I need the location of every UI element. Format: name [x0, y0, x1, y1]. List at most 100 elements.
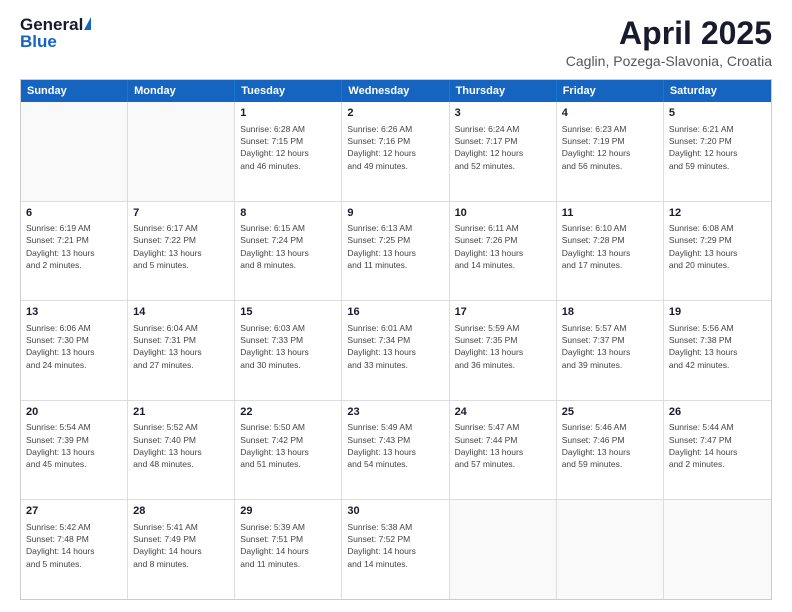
weekday-header: Friday [557, 80, 664, 102]
calendar-cell: 14 Sunrise: 6:04 AM Sunset: 7:31 PM Dayli… [128, 301, 235, 400]
day-info: Sunrise: 6:10 AM Sunset: 7:28 PM Dayligh… [562, 222, 658, 271]
day-number: 1 [240, 106, 336, 121]
day-number: 18 [562, 305, 658, 320]
day-number: 10 [455, 206, 551, 221]
calendar-cell: 7Sunrise: 6:17 AM Sunset: 7:22 PM Daylig… [128, 202, 235, 301]
day-info: Sunrise: 5:54 AM Sunset: 7:39 PM Dayligh… [26, 421, 122, 470]
calendar-cell: 1 Sunrise: 6:28 AM Sunset: 7:15 PM Daylig… [235, 102, 342, 201]
calendar-body: 1 Sunrise: 6:28 AM Sunset: 7:15 PM Daylig… [21, 102, 771, 599]
day-info: Sunrise: 6:19 AM Sunset: 7:21 PM Dayligh… [26, 222, 122, 271]
day-number: 20 [26, 405, 122, 420]
day-number: 23 [347, 405, 443, 420]
calendar-row: 20Sunrise: 5:54 AM Sunset: 7:39 PM Dayli… [21, 400, 771, 500]
day-info: Sunrise: 5:47 AM Sunset: 7:44 PM Dayligh… [455, 421, 551, 470]
calendar-cell: 10Sunrise: 6:11 AM Sunset: 7:26 PM Dayli… [450, 202, 557, 301]
weekday-header: Thursday [450, 80, 557, 102]
calendar-row: 6Sunrise: 6:19 AM Sunset: 7:21 PM Daylig… [21, 201, 771, 301]
day-info: Sunrise: 5:49 AM Sunset: 7:43 PM Dayligh… [347, 421, 443, 470]
calendar-cell [128, 102, 235, 201]
day-info: Sunrise: 6:23 AM Sunset: 7:19 PM Dayligh… [562, 123, 658, 172]
calendar-cell: 12Sunrise: 6:08 AM Sunset: 7:29 PM Dayli… [664, 202, 771, 301]
day-info: Sunrise: 6:11 AM Sunset: 7:26 PM Dayligh… [455, 222, 551, 271]
calendar-cell: 22Sunrise: 5:50 AM Sunset: 7:42 PM Dayli… [235, 401, 342, 500]
day-info: Sunrise: 6:15 AM Sunset: 7:24 PM Dayligh… [240, 222, 336, 271]
day-number: 21 [133, 405, 229, 420]
calendar-cell: 16 Sunrise: 6:01 AM Sunset: 7:34 PM Dayli… [342, 301, 449, 400]
calendar-cell [557, 500, 664, 599]
day-info: Sunrise: 6:03 AM Sunset: 7:33 PM Dayligh… [240, 322, 336, 371]
day-number: 3 [455, 106, 551, 121]
logo-general-text: General [20, 16, 83, 33]
calendar-row: 13 Sunrise: 6:06 AM Sunset: 7:30 PM Dayli… [21, 300, 771, 400]
calendar-cell: 4Sunrise: 6:23 AM Sunset: 7:19 PM Daylig… [557, 102, 664, 201]
day-info: Sunrise: 5:38 AM Sunset: 7:52 PM Dayligh… [347, 521, 443, 570]
calendar-cell [664, 500, 771, 599]
day-number: 25 [562, 405, 658, 420]
day-info: Sunrise: 6:28 AM Sunset: 7:15 PM Dayligh… [240, 123, 336, 172]
day-info: Sunrise: 5:50 AM Sunset: 7:42 PM Dayligh… [240, 421, 336, 470]
day-number: 30 [347, 504, 443, 519]
day-number: 19 [669, 305, 766, 320]
day-number: 16 [347, 305, 443, 320]
day-info: Sunrise: 5:57 AM Sunset: 7:37 PM Dayligh… [562, 322, 658, 371]
weekday-header: Sunday [21, 80, 128, 102]
day-info: Sunrise: 6:01 AM Sunset: 7:34 PM Dayligh… [347, 322, 443, 371]
day-info: Sunrise: 5:44 AM Sunset: 7:47 PM Dayligh… [669, 421, 766, 470]
calendar-cell: 26Sunrise: 5:44 AM Sunset: 7:47 PM Dayli… [664, 401, 771, 500]
day-number: 29 [240, 504, 336, 519]
day-info: Sunrise: 6:04 AM Sunset: 7:31 PM Dayligh… [133, 322, 229, 371]
day-info: Sunrise: 5:39 AM Sunset: 7:51 PM Dayligh… [240, 521, 336, 570]
title-block: April 2025 Caglin, Pozega-Slavonia, Croa… [566, 16, 772, 69]
day-number: 2 [347, 106, 443, 121]
day-number: 8 [240, 206, 336, 221]
calendar-cell: 19 Sunrise: 5:56 AM Sunset: 7:38 PM Dayli… [664, 301, 771, 400]
calendar-cell: 30 Sunrise: 5:38 AM Sunset: 7:52 PM Dayli… [342, 500, 449, 599]
calendar-cell [21, 102, 128, 201]
day-number: 28 [133, 504, 229, 519]
header: General Blue April 2025 Caglin, Pozega-S… [20, 16, 772, 69]
weekday-header: Tuesday [235, 80, 342, 102]
day-info: Sunrise: 5:52 AM Sunset: 7:40 PM Dayligh… [133, 421, 229, 470]
weekday-header: Wednesday [342, 80, 449, 102]
calendar-cell: 21Sunrise: 5:52 AM Sunset: 7:40 PM Dayli… [128, 401, 235, 500]
calendar-cell: 17 Sunrise: 5:59 AM Sunset: 7:35 PM Dayli… [450, 301, 557, 400]
calendar-cell: 27Sunrise: 5:42 AM Sunset: 7:48 PM Dayli… [21, 500, 128, 599]
day-info: Sunrise: 6:06 AM Sunset: 7:30 PM Dayligh… [26, 322, 122, 371]
calendar-row: 27Sunrise: 5:42 AM Sunset: 7:48 PM Dayli… [21, 499, 771, 599]
calendar-cell: 6Sunrise: 6:19 AM Sunset: 7:21 PM Daylig… [21, 202, 128, 301]
day-number: 12 [669, 206, 766, 221]
page: General Blue April 2025 Caglin, Pozega-S… [0, 0, 792, 612]
calendar-row: 1 Sunrise: 6:28 AM Sunset: 7:15 PM Daylig… [21, 102, 771, 201]
calendar-cell: 29 Sunrise: 5:39 AM Sunset: 7:51 PM Dayli… [235, 500, 342, 599]
day-number: 26 [669, 405, 766, 420]
day-number: 15 [240, 305, 336, 320]
calendar: SundayMondayTuesdayWednesdayThursdayFrid… [20, 79, 772, 600]
day-number: 9 [347, 206, 443, 221]
calendar-cell: 15 Sunrise: 6:03 AM Sunset: 7:33 PM Dayli… [235, 301, 342, 400]
weekday-header: Saturday [664, 80, 771, 102]
day-number: 7 [133, 206, 229, 221]
calendar-cell: 8Sunrise: 6:15 AM Sunset: 7:24 PM Daylig… [235, 202, 342, 301]
day-info: Sunrise: 5:56 AM Sunset: 7:38 PM Dayligh… [669, 322, 766, 371]
calendar-cell: 11Sunrise: 6:10 AM Sunset: 7:28 PM Dayli… [557, 202, 664, 301]
day-number: 24 [455, 405, 551, 420]
logo-triangle-icon [84, 17, 91, 30]
calendar-cell [450, 500, 557, 599]
day-number: 22 [240, 405, 336, 420]
day-number: 13 [26, 305, 122, 320]
calendar-cell: 24Sunrise: 5:47 AM Sunset: 7:44 PM Dayli… [450, 401, 557, 500]
day-number: 14 [133, 305, 229, 320]
day-info: Sunrise: 6:26 AM Sunset: 7:16 PM Dayligh… [347, 123, 443, 172]
logo-blue-text: Blue [20, 33, 91, 50]
day-info: Sunrise: 5:59 AM Sunset: 7:35 PM Dayligh… [455, 322, 551, 371]
calendar-header: SundayMondayTuesdayWednesdayThursdayFrid… [21, 80, 771, 102]
calendar-cell: 20Sunrise: 5:54 AM Sunset: 7:39 PM Dayli… [21, 401, 128, 500]
day-info: Sunrise: 6:13 AM Sunset: 7:25 PM Dayligh… [347, 222, 443, 271]
calendar-cell: 28 Sunrise: 5:41 AM Sunset: 7:49 PM Dayli… [128, 500, 235, 599]
calendar-cell: 3Sunrise: 6:24 AM Sunset: 7:17 PM Daylig… [450, 102, 557, 201]
main-title: April 2025 [566, 16, 772, 51]
day-number: 17 [455, 305, 551, 320]
day-info: Sunrise: 6:08 AM Sunset: 7:29 PM Dayligh… [669, 222, 766, 271]
day-info: Sunrise: 5:41 AM Sunset: 7:49 PM Dayligh… [133, 521, 229, 570]
day-number: 27 [26, 504, 122, 519]
